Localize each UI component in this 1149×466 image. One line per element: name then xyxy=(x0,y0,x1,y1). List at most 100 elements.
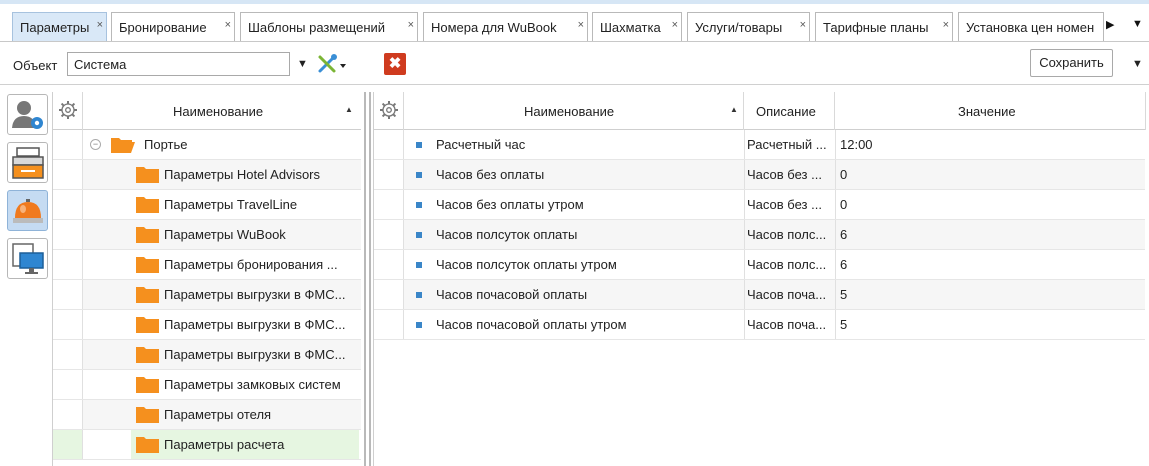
row-selector[interactable] xyxy=(53,190,83,219)
tab-label: Услуги/товары xyxy=(695,19,783,35)
cell-description[interactable]: Часов полс... xyxy=(747,227,831,242)
table-row[interactable]: Расчетный час Расчетный ... 12:00 xyxy=(374,130,1145,160)
cell-description[interactable]: Часов без ... xyxy=(747,167,831,182)
tree-node-label: Параметры выгрузки в ФМС... xyxy=(164,347,346,362)
tab-room-prices[interactable]: Установка цен номен xyxy=(958,12,1104,41)
cell-name[interactable]: Часов почасовой оплаты xyxy=(436,287,736,302)
close-icon[interactable]: × xyxy=(800,19,806,31)
row-selector[interactable] xyxy=(374,190,404,219)
cell-value[interactable]: 0 xyxy=(840,167,1130,182)
table-row[interactable]: Часов полсуток оплаты утром Часов полс...… xyxy=(374,250,1145,280)
tab-tariff-plans[interactable]: Тарифные планы × xyxy=(815,12,953,41)
tab-booking[interactable]: Бронирование × xyxy=(111,12,235,41)
row-selector[interactable] xyxy=(53,310,83,339)
tree-node[interactable]: Параметры выгрузки в ФМС... xyxy=(53,280,361,310)
tree-node-label: Параметры замковых систем xyxy=(164,377,341,392)
row-selector[interactable] xyxy=(374,280,404,309)
save-button[interactable]: Сохранить xyxy=(1030,49,1113,77)
tree-node[interactable]: Параметры выгрузки в ФМС... xyxy=(53,340,361,370)
cell-name[interactable]: Часов почасовой оплаты утром xyxy=(436,317,736,332)
close-icon[interactable]: × xyxy=(97,19,103,31)
cell-description[interactable]: Расчетный ... xyxy=(747,137,831,152)
cell-value[interactable]: 6 xyxy=(840,257,1130,272)
cell-name[interactable]: Часов полсуток оплаты утром xyxy=(436,257,736,272)
table-row[interactable]: Часов без оплаты утром Часов без ... 0 xyxy=(374,190,1145,220)
close-icon[interactable]: × xyxy=(408,19,414,31)
monitor-icon[interactable] xyxy=(7,238,48,279)
cell-value[interactable]: 12:00 xyxy=(840,137,1130,152)
tab-parameters[interactable]: Параметры × xyxy=(12,12,107,41)
row-selector[interactable] xyxy=(53,250,83,279)
table-row[interactable]: Часов почасовой оплаты утром Часов поча..… xyxy=(374,310,1145,340)
cell-value[interactable]: 5 xyxy=(840,287,1130,302)
tab-list-dropdown-icon[interactable]: ▼ xyxy=(1132,18,1143,30)
folder-icon xyxy=(136,377,159,393)
panel-splitter[interactable] xyxy=(363,92,372,466)
tab-services-goods[interactable]: Услуги/товары × xyxy=(687,12,810,41)
cell-description[interactable]: Часов без ... xyxy=(747,197,831,212)
tab-label: Номера для WuBook xyxy=(431,19,557,35)
tree-node[interactable]: Параметры выгрузки в ФМС... xyxy=(53,310,361,340)
row-selector[interactable] xyxy=(53,430,83,459)
tree-node[interactable]: Параметры WuBook xyxy=(53,220,361,250)
tree-node-content: Параметры замковых систем xyxy=(131,370,359,399)
row-selector[interactable] xyxy=(53,160,83,189)
row-selector[interactable] xyxy=(53,130,83,159)
tree-node-label: Параметры выгрузки в ФМС... xyxy=(164,317,346,332)
close-icon[interactable]: × xyxy=(943,19,949,31)
cell-name[interactable]: Расчетный час xyxy=(436,137,736,152)
row-selector[interactable] xyxy=(53,400,83,429)
row-selector[interactable] xyxy=(374,310,404,339)
tree-node-porter[interactable]: − Портье xyxy=(53,130,361,160)
toolbar-more-icon[interactable]: ▼ xyxy=(1132,58,1143,70)
row-selector[interactable] xyxy=(374,220,404,249)
column-header-value[interactable]: Значение xyxy=(835,92,1146,130)
tree-node[interactable]: Параметры Hotel Advisors xyxy=(53,160,361,190)
column-settings-icon[interactable] xyxy=(53,92,83,130)
row-selector[interactable] xyxy=(53,340,83,369)
tree-node[interactable]: Параметры замковых систем xyxy=(53,370,361,400)
cell-name[interactable]: Часов без оплаты утром xyxy=(436,197,736,212)
row-selector[interactable] xyxy=(374,160,404,189)
collapse-icon[interactable]: − xyxy=(90,139,101,150)
tree-node[interactable]: Параметры TravelLine xyxy=(53,190,361,220)
close-icon[interactable]: × xyxy=(672,19,678,31)
object-input[interactable] xyxy=(67,52,290,76)
user-settings-icon[interactable] xyxy=(7,94,48,135)
table-row[interactable]: Часов полсуток оплаты Часов полс... 6 xyxy=(374,220,1145,250)
tree-node[interactable]: Параметры расчета xyxy=(53,430,361,460)
column-settings-icon[interactable] xyxy=(374,92,404,130)
cell-value[interactable]: 6 xyxy=(840,227,1130,242)
tab-chessboard[interactable]: Шахматка × xyxy=(592,12,682,41)
row-selector[interactable] xyxy=(374,130,404,159)
close-icon[interactable]: × xyxy=(578,19,584,31)
row-selector[interactable] xyxy=(53,280,83,309)
tab-scroll-right-icon[interactable]: ▶ xyxy=(1106,18,1114,31)
tab-placement-templates[interactable]: Шаблоны размещений × xyxy=(240,12,418,41)
cell-value[interactable]: 5 xyxy=(840,317,1130,332)
tab-wubook-rooms[interactable]: Номера для WuBook × xyxy=(423,12,588,41)
tools-menu-icon[interactable] xyxy=(316,53,350,75)
cell-description[interactable]: Часов поча... xyxy=(747,317,831,332)
cash-register-icon[interactable] xyxy=(7,142,48,183)
column-header-name[interactable]: Наименование ▲ xyxy=(404,92,744,130)
column-divider xyxy=(835,220,836,249)
cell-description[interactable]: Часов поча... xyxy=(747,287,831,302)
cell-value[interactable]: 0 xyxy=(840,197,1130,212)
column-header-description[interactable]: Описание xyxy=(744,92,835,130)
close-icon[interactable]: × xyxy=(225,19,231,31)
row-selector[interactable] xyxy=(53,370,83,399)
table-row[interactable]: Часов почасовой оплаты Часов поча... 5 xyxy=(374,280,1145,310)
reception-bell-icon[interactable] xyxy=(7,190,48,231)
table-row[interactable]: Часов без оплаты Часов без ... 0 xyxy=(374,160,1145,190)
row-selector[interactable] xyxy=(53,220,83,249)
object-dropdown-icon[interactable]: ▼ xyxy=(297,58,308,70)
tree-node[interactable]: Параметры отеля xyxy=(53,400,361,430)
delete-button[interactable]: ✖ xyxy=(384,53,406,75)
cell-name[interactable]: Часов без оплаты xyxy=(436,167,736,182)
tree-node[interactable]: Параметры бронирования ... xyxy=(53,250,361,280)
row-selector[interactable] xyxy=(374,250,404,279)
cell-description[interactable]: Часов полс... xyxy=(747,257,831,272)
cell-name[interactable]: Часов полсуток оплаты xyxy=(436,227,736,242)
tree-column-name[interactable]: Наименование xyxy=(173,104,263,119)
